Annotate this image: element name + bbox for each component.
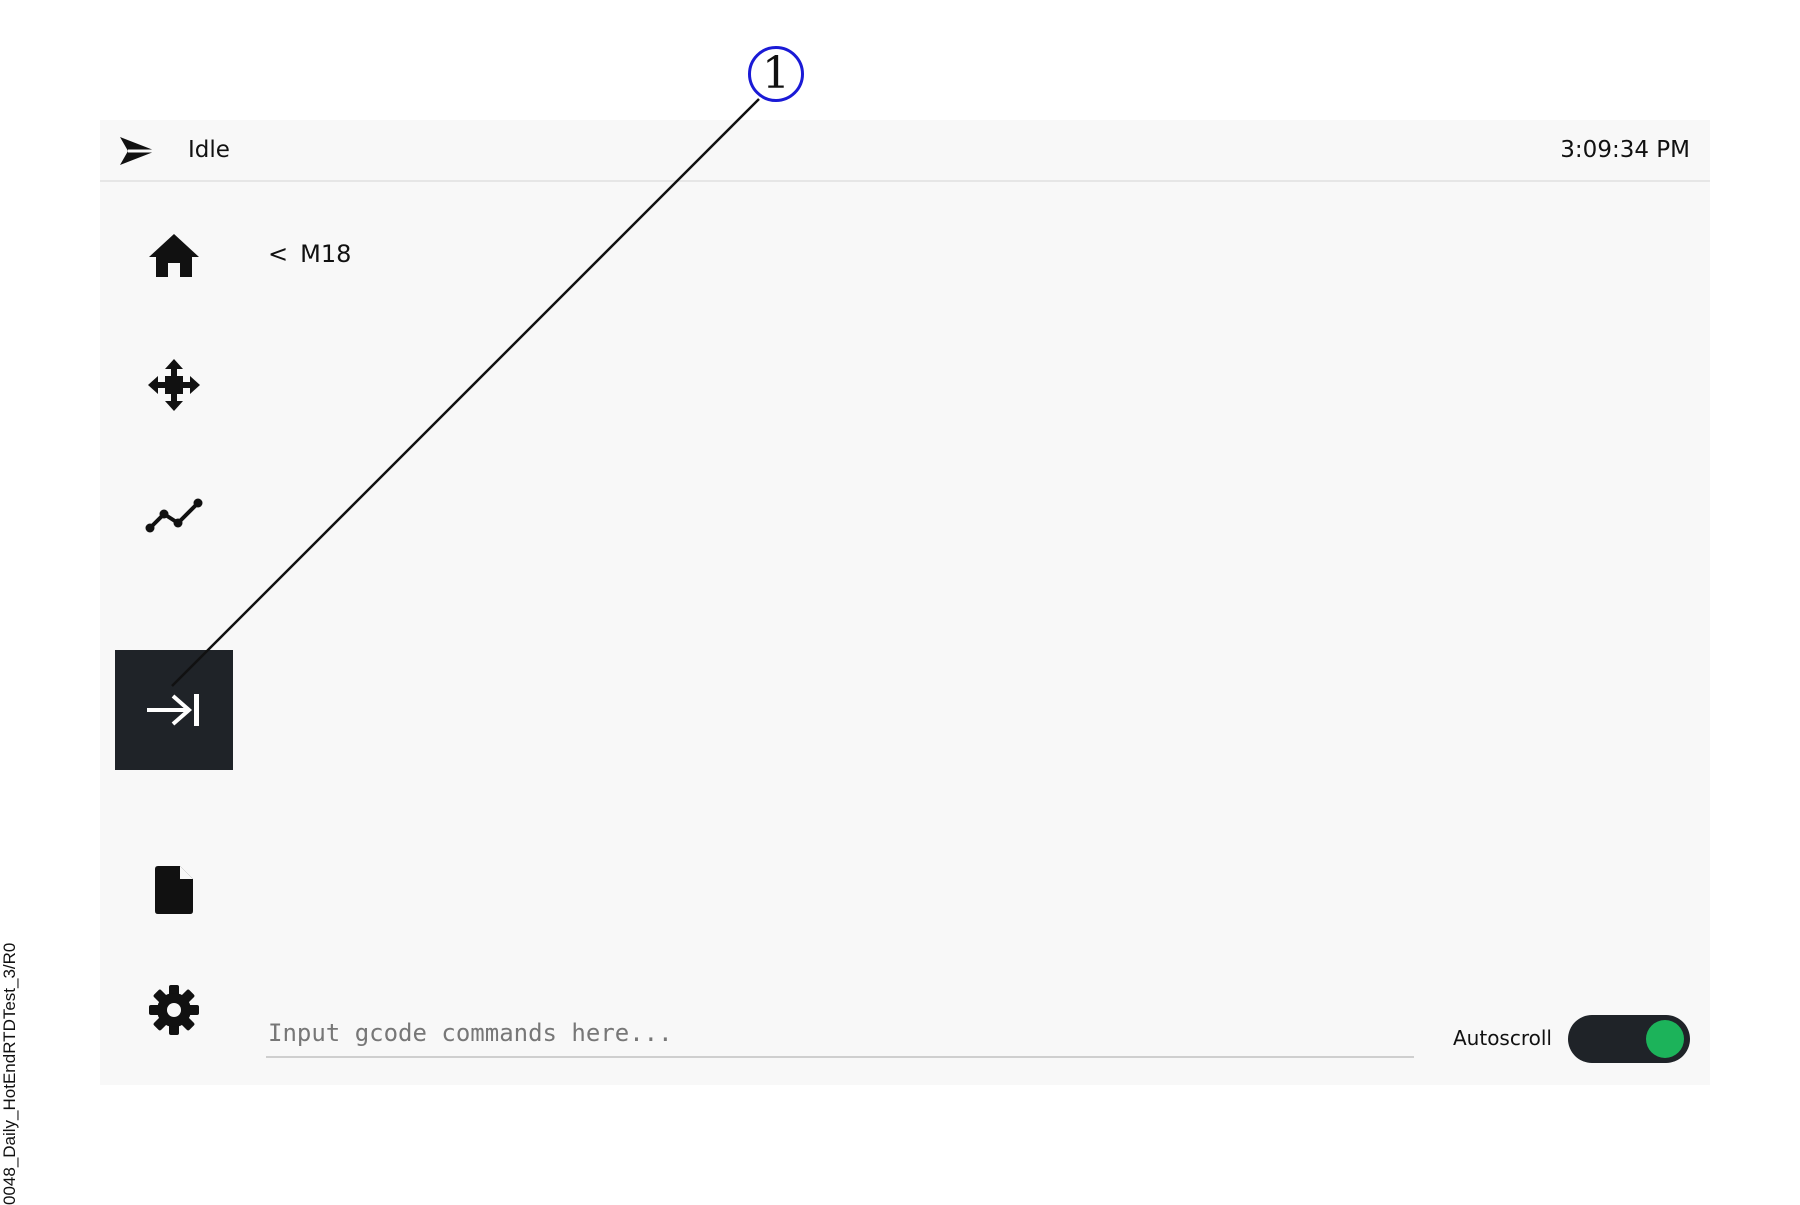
gcode-command-input[interactable] [266,1010,1414,1058]
send-arrow-logo-icon [120,137,156,165]
top-status-bar: Idle 3:09:34 PM [100,120,1710,182]
autoscroll-toggle[interactable] [1568,1015,1690,1063]
callout-number-badge: 1 [748,46,804,102]
home-icon [149,234,199,277]
chevron-left-icon: < [268,240,289,268]
gear-icon [149,985,199,1035]
sidebar-item-graph[interactable] [115,455,233,575]
sidebar-item-home[interactable] [115,195,233,315]
move-arrows-icon [148,359,200,411]
sidebar-item-settings[interactable] [115,950,233,1070]
sidebar-item-move[interactable] [115,325,233,445]
toggle-knob [1646,1020,1684,1058]
sidebar-item-console[interactable] [115,650,233,770]
last-command-text: M18 [300,240,352,268]
autoscroll-label: Autoscroll [1453,1026,1552,1050]
file-icon [155,866,193,914]
printer-screen: Idle 3:09:34 PM < M18 Input gcode comman… [100,120,1710,1085]
arrow-to-bar-icon [147,694,199,726]
clock: 3:09:34 PM [1560,137,1690,163]
machine-status: Idle [188,137,230,163]
sidebar-item-files[interactable] [115,830,233,950]
line-graph-icon [145,498,203,533]
document-id-label: 0048_Daily_HotEndRTDTest_3/R0 [0,942,19,1205]
console-history-entry: < M18 [268,240,351,268]
